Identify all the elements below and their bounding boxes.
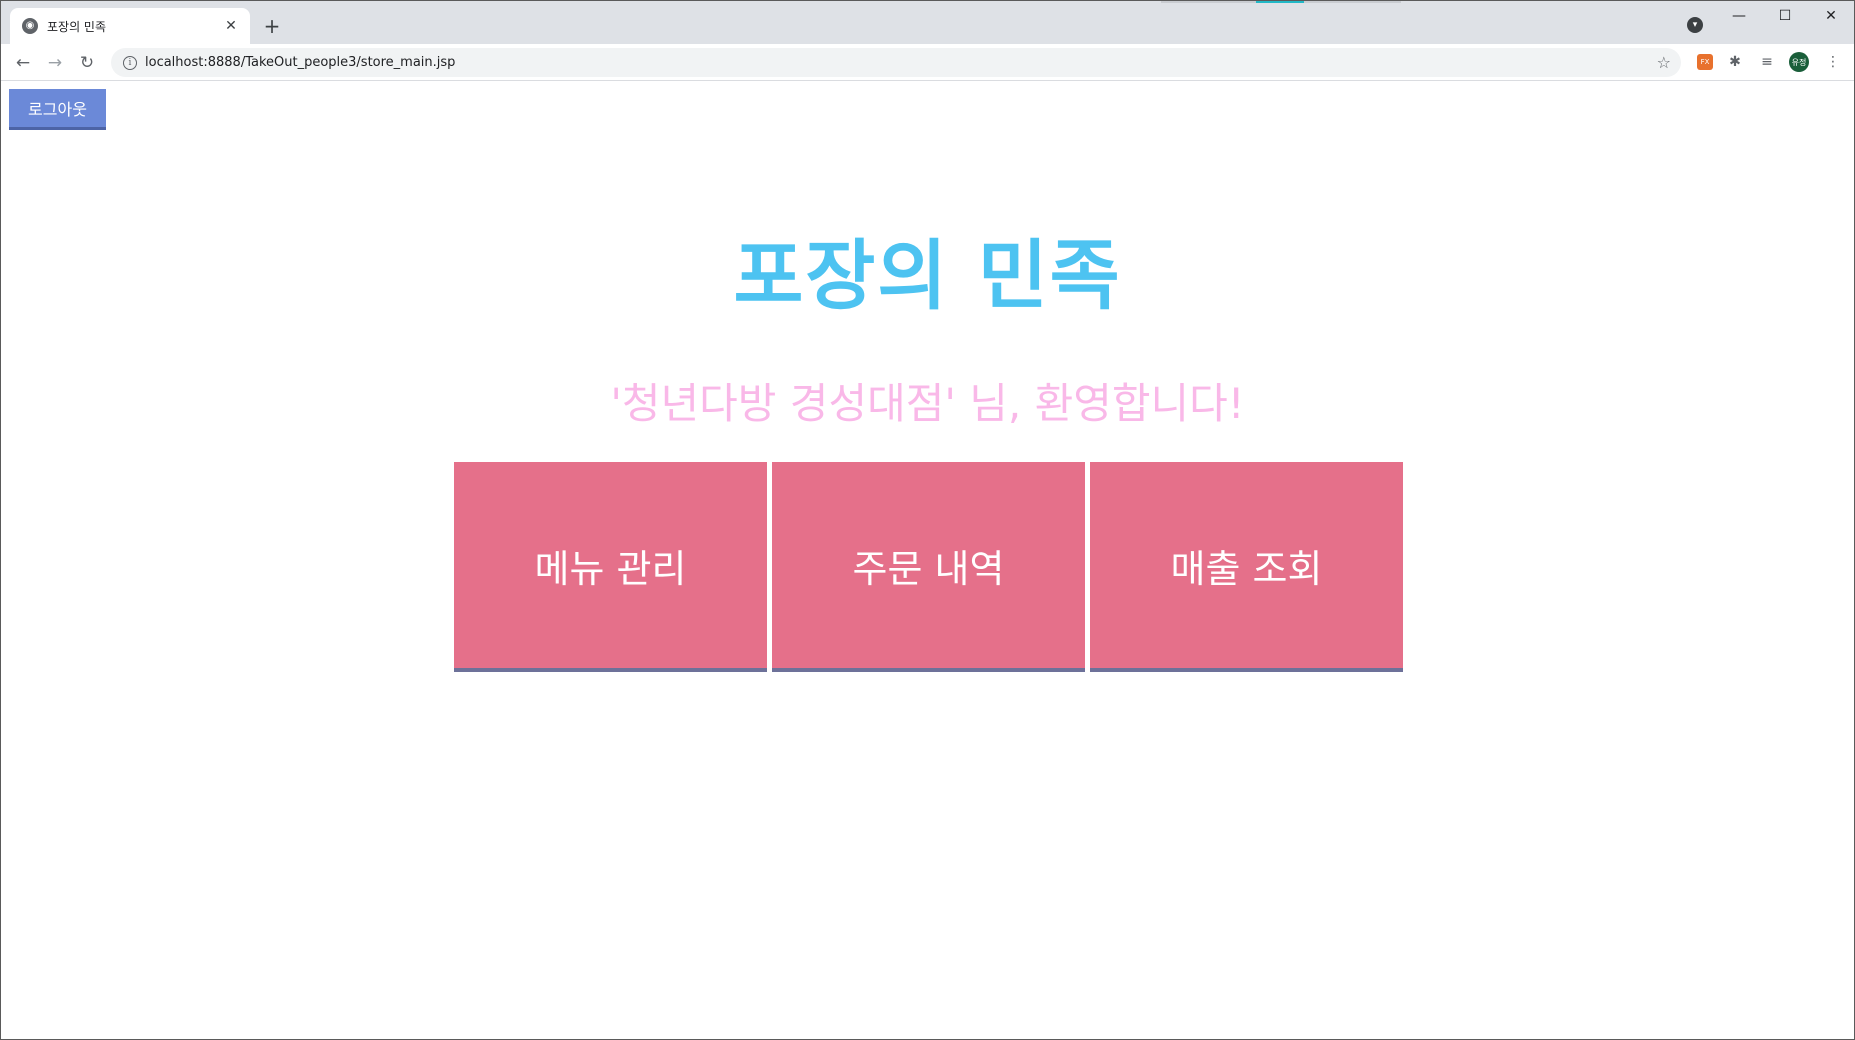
tab-search-icon[interactable]: ▾ — [1687, 17, 1703, 33]
menu-button-row: 메뉴 관리 주문 내역 매출 조회 — [454, 462, 1404, 672]
close-window-button[interactable]: ✕ — [1808, 1, 1854, 31]
browser-tab[interactable]: ◉ 포장의 민족 ✕ — [10, 8, 250, 44]
info-icon[interactable]: i — [123, 55, 137, 70]
reading-list-icon[interactable]: ≡ — [1757, 52, 1777, 72]
tab-strip: ◉ 포장의 민족 ✕ + ▾ — ☐ ✕ — [1, 1, 1854, 44]
maximize-button[interactable]: ☐ — [1762, 1, 1808, 31]
browser-window: ◉ 포장의 민족 ✕ + ▾ — ☐ ✕ ← → ↻ i localhost:8… — [0, 0, 1855, 1040]
globe-icon: ◉ — [22, 18, 38, 34]
fx-extension-icon[interactable]: FX — [1697, 54, 1713, 70]
puzzle-icon[interactable]: ✱ — [1725, 52, 1745, 72]
welcome-message: '청년다방 경성대점' 님, 환영합니다! — [610, 379, 1245, 428]
browser-toolbar: ← → ↻ i localhost:8888/TakeOut_people3/s… — [1, 44, 1854, 81]
minimize-button[interactable]: — — [1716, 1, 1762, 31]
tab-close-icon[interactable]: ✕ — [222, 17, 240, 35]
page-title: 포장의 민족 — [733, 231, 1122, 320]
page-content: 로그아웃 포장의 민족 '청년다방 경성대점' 님, 환영합니다! 메뉴 관리 … — [1, 82, 1854, 1039]
forward-icon[interactable]: → — [42, 50, 68, 76]
star-icon[interactable]: ☆ — [1657, 53, 1671, 72]
sales-inquiry-button[interactable]: 매출 조회 — [1090, 462, 1403, 672]
menu-icon[interactable]: ⋮ — [1823, 52, 1843, 72]
tab-title: 포장의 민족 — [47, 19, 107, 34]
address-bar[interactable]: i localhost:8888/TakeOut_people3/store_m… — [111, 48, 1681, 77]
order-history-button[interactable]: 주문 내역 — [772, 462, 1085, 672]
profile-avatar[interactable]: 유정 — [1789, 52, 1809, 72]
back-icon[interactable]: ← — [10, 50, 36, 76]
logout-button[interactable]: 로그아웃 — [9, 89, 106, 130]
reload-icon[interactable]: ↻ — [74, 50, 100, 76]
tab-strip-accent — [1256, 1, 1304, 3]
url-text[interactable]: localhost:8888/TakeOut_people3/store_mai… — [145, 55, 1657, 70]
new-tab-button[interactable]: + — [259, 13, 285, 39]
menu-management-button[interactable]: 메뉴 관리 — [454, 462, 767, 672]
